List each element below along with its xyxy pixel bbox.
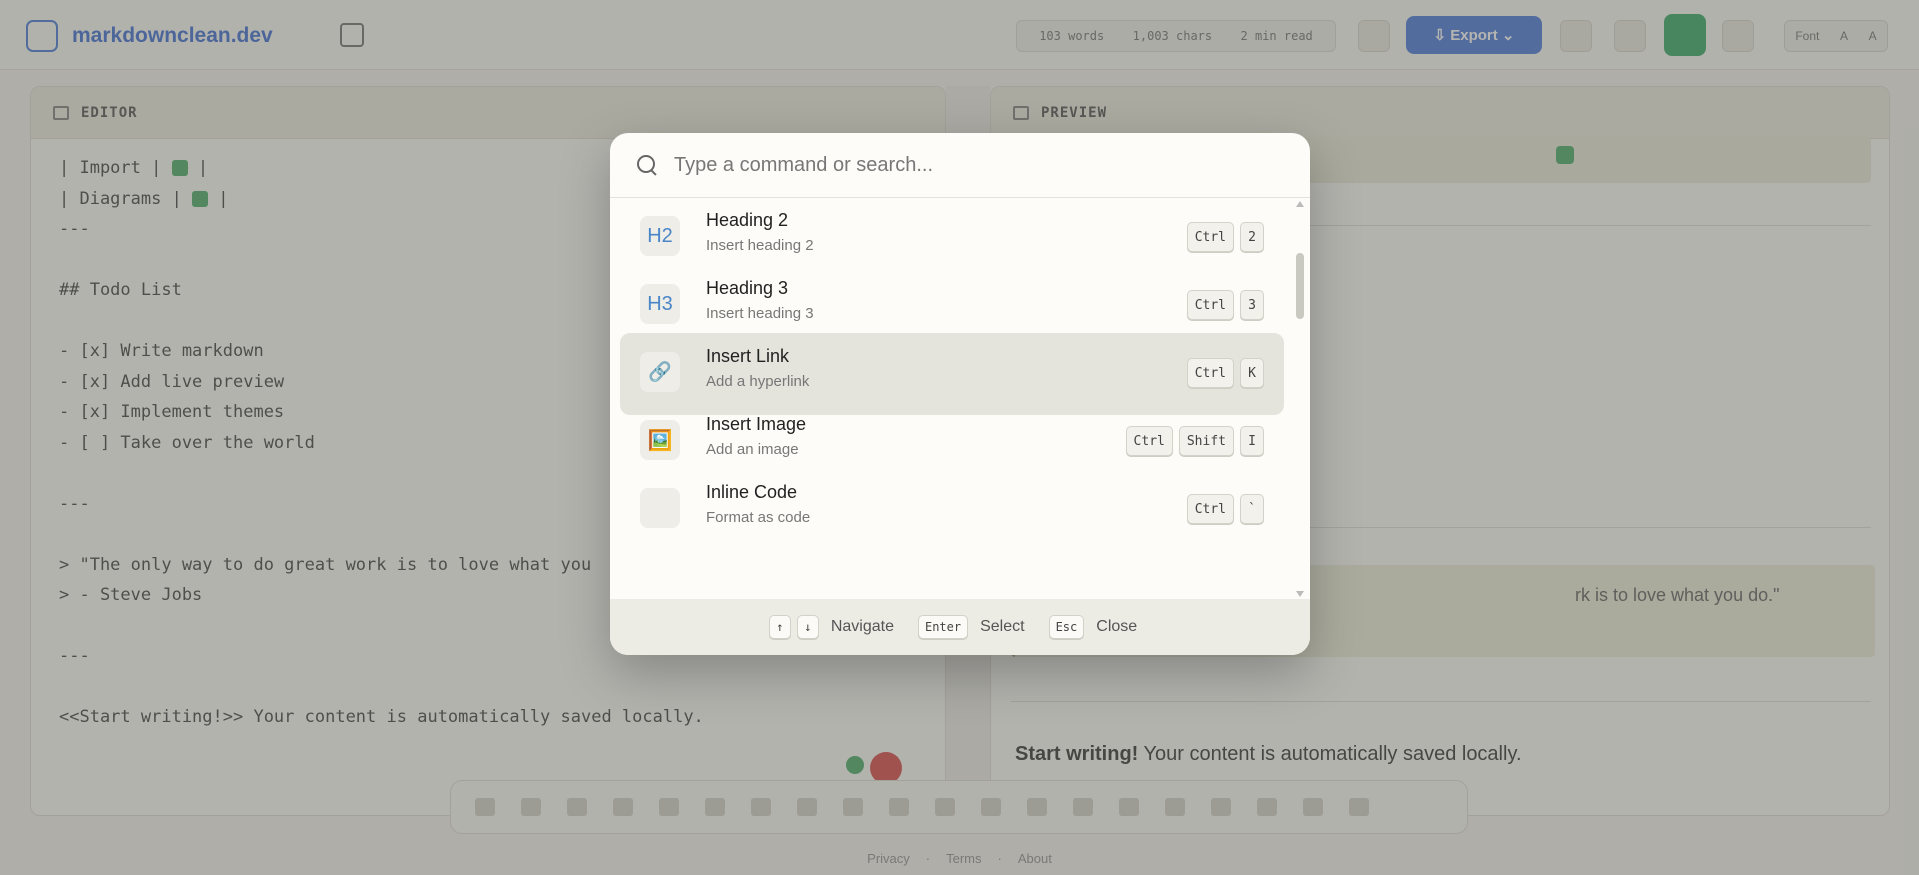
heading-2-icon: H2 [640, 216, 680, 256]
link-icon: 🔗 [640, 352, 680, 392]
scroll-up-icon[interactable] [1296, 201, 1304, 207]
arrow-up-key: ↑ [768, 615, 791, 639]
shortcut-key: Shift [1178, 426, 1234, 456]
image-icon: 🖼️ [640, 420, 680, 460]
command-title: Heading 2 [706, 210, 789, 230]
shortcut-keys: Ctrl Shift I [1125, 426, 1264, 456]
shortcut-key: ` [1240, 494, 1264, 524]
shortcut-key: 3 [1240, 290, 1264, 320]
code-icon [640, 488, 680, 528]
scroll-down-icon[interactable] [1296, 591, 1304, 597]
command-title: Inline Code [706, 482, 798, 502]
command-title: Insert Image [706, 414, 807, 434]
shortcut-keys: Ctrl 3 [1186, 290, 1264, 320]
shortcut-keys: Ctrl K [1186, 358, 1264, 388]
shortcut-key: I [1240, 426, 1264, 456]
navigate-hint: ↑ ↓ Navigate [768, 615, 894, 639]
command-palette-footer: ↑ ↓ Navigate Enter Select Esc Close [610, 599, 1310, 655]
escape-key: Esc [1048, 615, 1085, 639]
command-title: Insert Link [706, 346, 790, 366]
command-description: Add an image [706, 441, 799, 458]
close-label: Close [1096, 618, 1138, 635]
close-hint: Esc Close [1048, 615, 1138, 639]
command-description: Insert heading 2 [706, 237, 814, 254]
shortcut-key: Ctrl [1186, 222, 1234, 252]
shortcut-key: K [1240, 358, 1264, 388]
shortcut-keys: Ctrl ` [1186, 494, 1264, 524]
arrow-down-key: ↓ [796, 615, 819, 639]
shortcut-key: 2 [1240, 222, 1264, 252]
command-item[interactable]: Inline Code Format as code Ctrl ` [620, 469, 1284, 551]
command-description: Format as code [706, 509, 811, 526]
command-description: Insert heading 3 [706, 305, 814, 322]
shortcut-keys: Ctrl 2 [1186, 222, 1264, 252]
command-list-scrollbar[interactable] [1294, 199, 1306, 599]
shortcut-key: Ctrl [1186, 494, 1234, 524]
command-palette: H2Heading 2Insert heading 2Ctrl2H3Headin… [610, 133, 1310, 655]
enter-key: Enter [917, 615, 969, 639]
shortcut-key: Ctrl [1125, 426, 1173, 456]
navigate-label: Navigate [830, 618, 894, 635]
command-search-row [610, 133, 1310, 198]
command-search-input[interactable] [674, 153, 1274, 177]
command-description: Add a hyperlink [706, 373, 810, 390]
command-list: H2 Heading 2 Insert heading 2 Ctrl 2 H3 Headin… [610, 199, 1310, 599]
heading-3-icon: H3 [640, 284, 680, 324]
select-hint: Enter Select [917, 615, 1025, 639]
search-icon [636, 154, 658, 176]
scroll-thumb[interactable] [1296, 253, 1304, 319]
shortcut-key: Ctrl [1186, 358, 1234, 388]
select-label: Select [980, 618, 1025, 635]
shortcut-key: Ctrl [1186, 290, 1234, 320]
command-title: Heading 3 [706, 278, 789, 298]
